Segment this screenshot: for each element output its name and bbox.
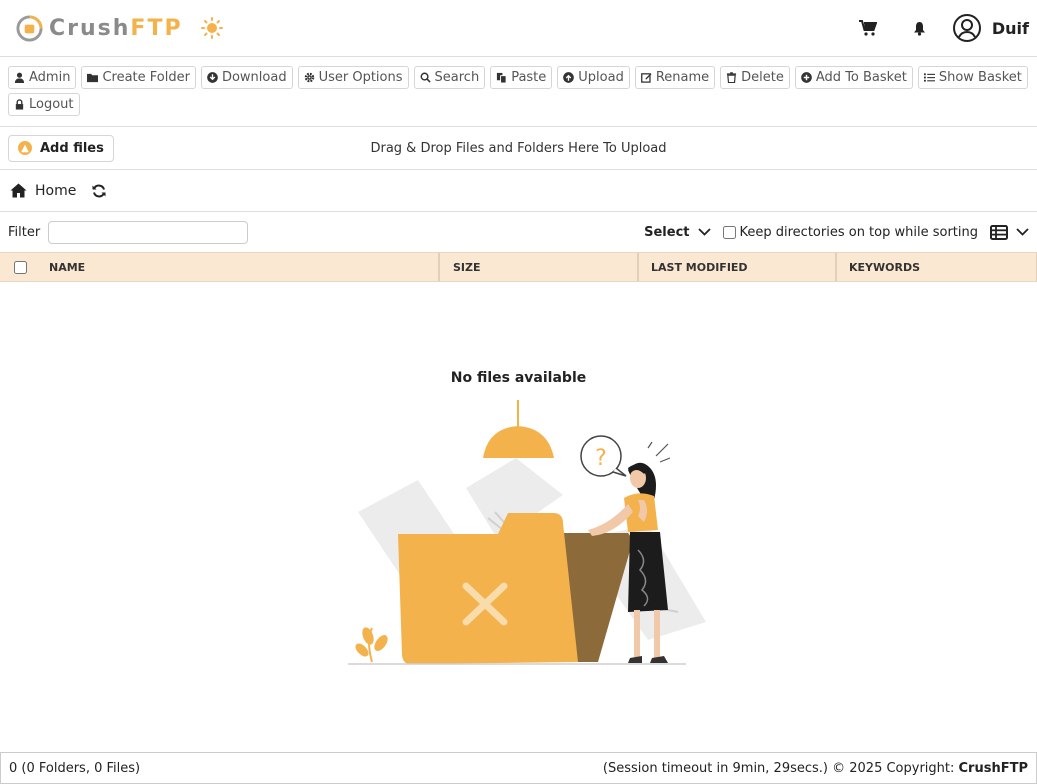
crushftp-logo[interactable]: CrushFTP [16,14,183,42]
toolbar: Admin Create Folder Download User Option… [0,57,1037,127]
upload-bar: ▲ Add files Drag & Drop Files and Folder… [0,127,1037,170]
item-count: 0 (0 Folders, 0 Files) [9,760,141,776]
column-size-header[interactable]: SIZE [440,253,639,281]
delete-button[interactable]: Delete [720,66,790,89]
status-footer: 0 (0 Folders, 0 Files) (Session timeout … [0,752,1037,784]
user-options-button[interactable]: User Options [297,66,409,89]
logout-button[interactable]: Logout [8,93,80,116]
upload-arrow-icon: ▲ [18,141,32,155]
user-name: Duif [991,18,1029,38]
download-icon [207,72,218,83]
plus-circle-icon [801,72,812,83]
session-timeout-text: (Session timeout in 9min, 29secs.) © 202… [602,760,955,776]
paste-button[interactable]: Paste [490,66,553,89]
upload-icon [563,72,575,83]
lock-icon [15,99,24,110]
column-last-modified-header[interactable]: LAST MODIFIED [639,253,837,281]
logo-text-ftp: FTP [130,15,183,41]
create-folder-button[interactable]: Create Folder [81,66,196,89]
add-to-basket-button[interactable]: Add To Basket [794,66,913,89]
question-mark-icon: ? [595,446,607,471]
chevron-down-icon [697,228,711,236]
gear-icon [304,72,314,83]
keep-directories-checkbox[interactable] [722,225,736,239]
cart-icon[interactable] [858,18,878,38]
empty-state-message: No files available [450,370,587,386]
list-icon [923,73,935,82]
trash-icon [727,72,737,83]
rename-button[interactable]: Rename [634,66,716,89]
user-circle-icon [952,14,981,42]
copyright-brand-link[interactable]: CrushFTP [959,761,1028,776]
search-button[interactable]: Search [413,66,486,89]
upload-button[interactable]: Upload [557,66,630,89]
user-icon [14,72,25,83]
column-keywords-header[interactable]: KEYWORDS [837,253,1037,281]
download-button[interactable]: Download [200,66,293,89]
folder-icon [87,73,99,83]
edit-icon [640,73,652,83]
app-header: CrushFTP Duif [0,0,1037,57]
filter-bar: Filter Select Keep directories on top wh… [0,212,1037,252]
logo-text-crush: Crush [49,15,131,41]
drop-zone-text: Drag & Drop Files and Folders Here To Up… [370,140,667,156]
breadcrumb: Home [0,170,1037,212]
search-icon [420,72,431,83]
select-all-checkbox[interactable] [13,260,27,274]
sun-icon[interactable] [200,17,223,39]
select-dropdown[interactable]: Select [644,225,711,240]
view-mode-dropdown[interactable] [990,224,1029,240]
home-icon [10,183,27,198]
filter-input[interactable] [48,220,249,244]
bell-icon[interactable] [910,18,930,38]
show-basket-button[interactable]: Show Basket [917,66,1028,89]
keep-directories-toggle[interactable]: Keep directories on top while sorting [722,225,978,240]
refresh-icon[interactable] [92,184,106,198]
chevron-down-icon [1016,228,1029,236]
paste-icon [497,72,507,83]
file-table-header: NAME SIZE LAST MODIFIED KEYWORDS [0,252,1037,282]
logo-mark-icon [16,14,43,42]
add-files-button[interactable]: ▲ Add files [8,134,114,162]
admin-button[interactable]: Admin [8,66,77,89]
filter-label: Filter [8,224,41,240]
column-name-header[interactable]: NAME [40,253,440,281]
table-view-icon [990,224,1008,240]
breadcrumb-home[interactable]: Home [10,183,76,199]
empty-folder-illustration: ? [348,400,706,665]
user-menu[interactable]: Duif [952,13,1029,43]
